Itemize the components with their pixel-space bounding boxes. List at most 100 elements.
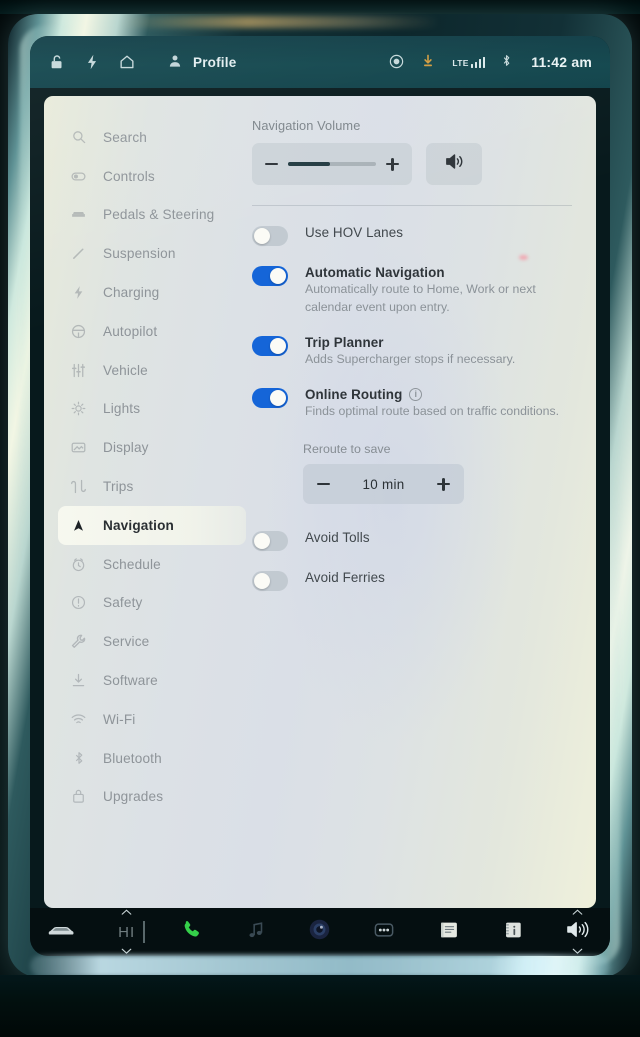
profile-label: Profile	[193, 54, 237, 70]
setting-row-use-hov-lanes[interactable]: Use HOV Lanes	[252, 206, 572, 246]
cellular-signal-icon: LTE	[452, 56, 486, 68]
taskbar-notes-button[interactable]	[417, 908, 481, 956]
status-bar-left-group: Profile	[48, 53, 236, 71]
setting-text: Trip Planner Adds Supercharger stops if …	[305, 335, 515, 368]
taskbar-car-button[interactable]	[30, 908, 94, 956]
sidebar-item-label: Pedals & Steering	[103, 207, 215, 223]
sidebar-item-wifi[interactable]: Wi-Fi	[58, 700, 246, 739]
volume-slider-track[interactable]	[288, 161, 376, 167]
setting-row-trip-planner[interactable]: Trip Planner Adds Supercharger stops if …	[252, 316, 572, 368]
sidebar-item-controls[interactable]: Controls	[58, 157, 246, 196]
sidebar-item-label: Lights	[103, 401, 141, 417]
navigation-settings-pane: Navigation Volume Use HOV Lanes Automati…	[252, 118, 572, 591]
setting-description: Finds optimal route based on traffic con…	[305, 404, 560, 418]
sidebar-item-schedule[interactable]: Schedule	[58, 545, 246, 584]
sidebar-item-label: Trips	[103, 479, 134, 495]
bluetooth-icon[interactable]	[499, 53, 517, 71]
sidebar-item-charging[interactable]: Charging	[58, 273, 246, 312]
setting-title: Avoid Ferries	[305, 570, 385, 585]
setting-title: Automatic Navigation	[305, 265, 445, 280]
sidebar-item-pedals-steering[interactable]: Pedals & Steering	[58, 196, 246, 235]
setting-text: Online Routing i Finds optimal route bas…	[305, 387, 559, 420]
suspension-icon	[70, 245, 87, 262]
status-bar-right-group: LTE 11:42 am	[388, 53, 592, 71]
person-icon	[167, 53, 185, 71]
sidebar-item-search[interactable]: Search	[58, 118, 246, 157]
taskbar-climate-button[interactable]: HI	[94, 908, 158, 956]
sliders-icon	[70, 362, 87, 379]
minus-icon[interactable]	[265, 162, 278, 166]
sidebar-item-trips[interactable]: Trips	[58, 467, 246, 506]
toggle-knob	[254, 573, 270, 589]
controls-toggle-icon	[70, 168, 87, 185]
volume-speaker-icon	[565, 918, 590, 946]
taskbar-volume-button[interactable]	[546, 908, 610, 956]
setting-title: Avoid Tolls	[305, 530, 370, 545]
sidebar-item-label: Upgrades	[103, 789, 164, 805]
plus-icon[interactable]	[437, 477, 450, 491]
settings-sidebar: Search Controls Pedals & Steering Suspen…	[58, 118, 246, 816]
sidebar-item-vehicle[interactable]: Vehicle	[58, 351, 246, 390]
taskbar-media-button[interactable]	[223, 908, 287, 956]
navigation-volume-row	[252, 143, 572, 185]
taskbar-manual-button[interactable]	[481, 908, 545, 956]
upgrades-bag-icon	[70, 788, 87, 805]
taskbar-more-apps-button[interactable]	[352, 908, 416, 956]
sidebar-item-lights[interactable]: Lights	[58, 390, 246, 429]
toggle-use-hov-lanes[interactable]	[252, 226, 288, 246]
sidebar-item-upgrades[interactable]: Upgrades	[58, 778, 246, 817]
sidebar-item-label: Display	[103, 440, 149, 456]
sidebar-item-software[interactable]: Software	[58, 661, 246, 700]
recording-circle-icon[interactable]	[388, 53, 406, 71]
sidebar-item-label: Wi-Fi	[103, 711, 136, 727]
lock-icon[interactable]	[48, 53, 66, 71]
car-icon	[47, 921, 77, 943]
sidebar-item-suspension[interactable]: Suspension	[58, 234, 246, 273]
bottom-taskbar: HI	[30, 908, 610, 956]
wrench-icon	[70, 633, 87, 650]
taskbar-phone-button[interactable]	[159, 908, 223, 956]
bezel-warm-reflection	[120, 16, 440, 28]
info-icon[interactable]: i	[409, 388, 423, 401]
steering-wheel-icon	[70, 323, 87, 340]
bluetooth-icon	[70, 750, 87, 767]
setting-description: Adds Supercharger stops if necessary.	[305, 352, 516, 366]
sidebar-item-bluetooth[interactable]: Bluetooth	[58, 739, 246, 778]
setting-description: Automatically route to Home, Work or nex…	[305, 282, 536, 314]
sidebar-item-service[interactable]: Service	[58, 622, 246, 661]
minus-icon[interactable]	[317, 482, 330, 486]
volume-mute-button[interactable]	[426, 143, 482, 185]
taskbar-camera-button[interactable]	[288, 908, 352, 956]
volume-slider-control[interactable]	[252, 143, 412, 185]
sidebar-item-label: Schedule	[103, 556, 161, 572]
sidebar-item-navigation[interactable]: Navigation	[58, 505, 246, 545]
toggle-avoid-ferries[interactable]	[252, 571, 288, 591]
sidebar-item-display[interactable]: Display	[58, 428, 246, 467]
toggle-automatic-navigation[interactable]	[252, 266, 288, 286]
reroute-minutes-stepper[interactable]: 10 min	[303, 464, 464, 504]
setting-row-avoid-ferries[interactable]: Avoid Ferries	[252, 551, 572, 591]
display-icon	[70, 439, 87, 456]
setting-row-online-routing[interactable]: Online Routing i Finds optimal route bas…	[252, 368, 572, 420]
toggle-avoid-tolls[interactable]	[252, 531, 288, 551]
home-icon[interactable]	[118, 53, 136, 71]
bolt-icon[interactable]	[83, 53, 101, 71]
toggle-online-routing[interactable]	[252, 388, 288, 408]
camera-icon	[308, 918, 331, 946]
sidebar-item-autopilot[interactable]: Autopilot	[58, 312, 246, 351]
plus-icon[interactable]	[386, 157, 399, 171]
clock-time: 11:42 am	[531, 54, 592, 70]
volume-slider-fill	[288, 161, 331, 167]
chevron-down-icon	[121, 948, 132, 954]
notes-icon	[438, 919, 460, 946]
setting-row-avoid-tolls[interactable]: Avoid Tolls	[252, 504, 572, 551]
phone-icon	[180, 918, 203, 946]
download-icon[interactable]	[420, 53, 438, 71]
toggle-trip-planner[interactable]	[252, 336, 288, 356]
sidebar-item-label: Software	[103, 673, 158, 689]
dashboard-photo: Profile LTE 11:42 am Search Controls Ped…	[0, 0, 640, 1037]
wifi-icon	[70, 711, 87, 728]
sidebar-item-label: Vehicle	[103, 362, 148, 378]
sidebar-item-safety[interactable]: Safety	[58, 584, 246, 623]
profile-button[interactable]: Profile	[167, 53, 236, 71]
